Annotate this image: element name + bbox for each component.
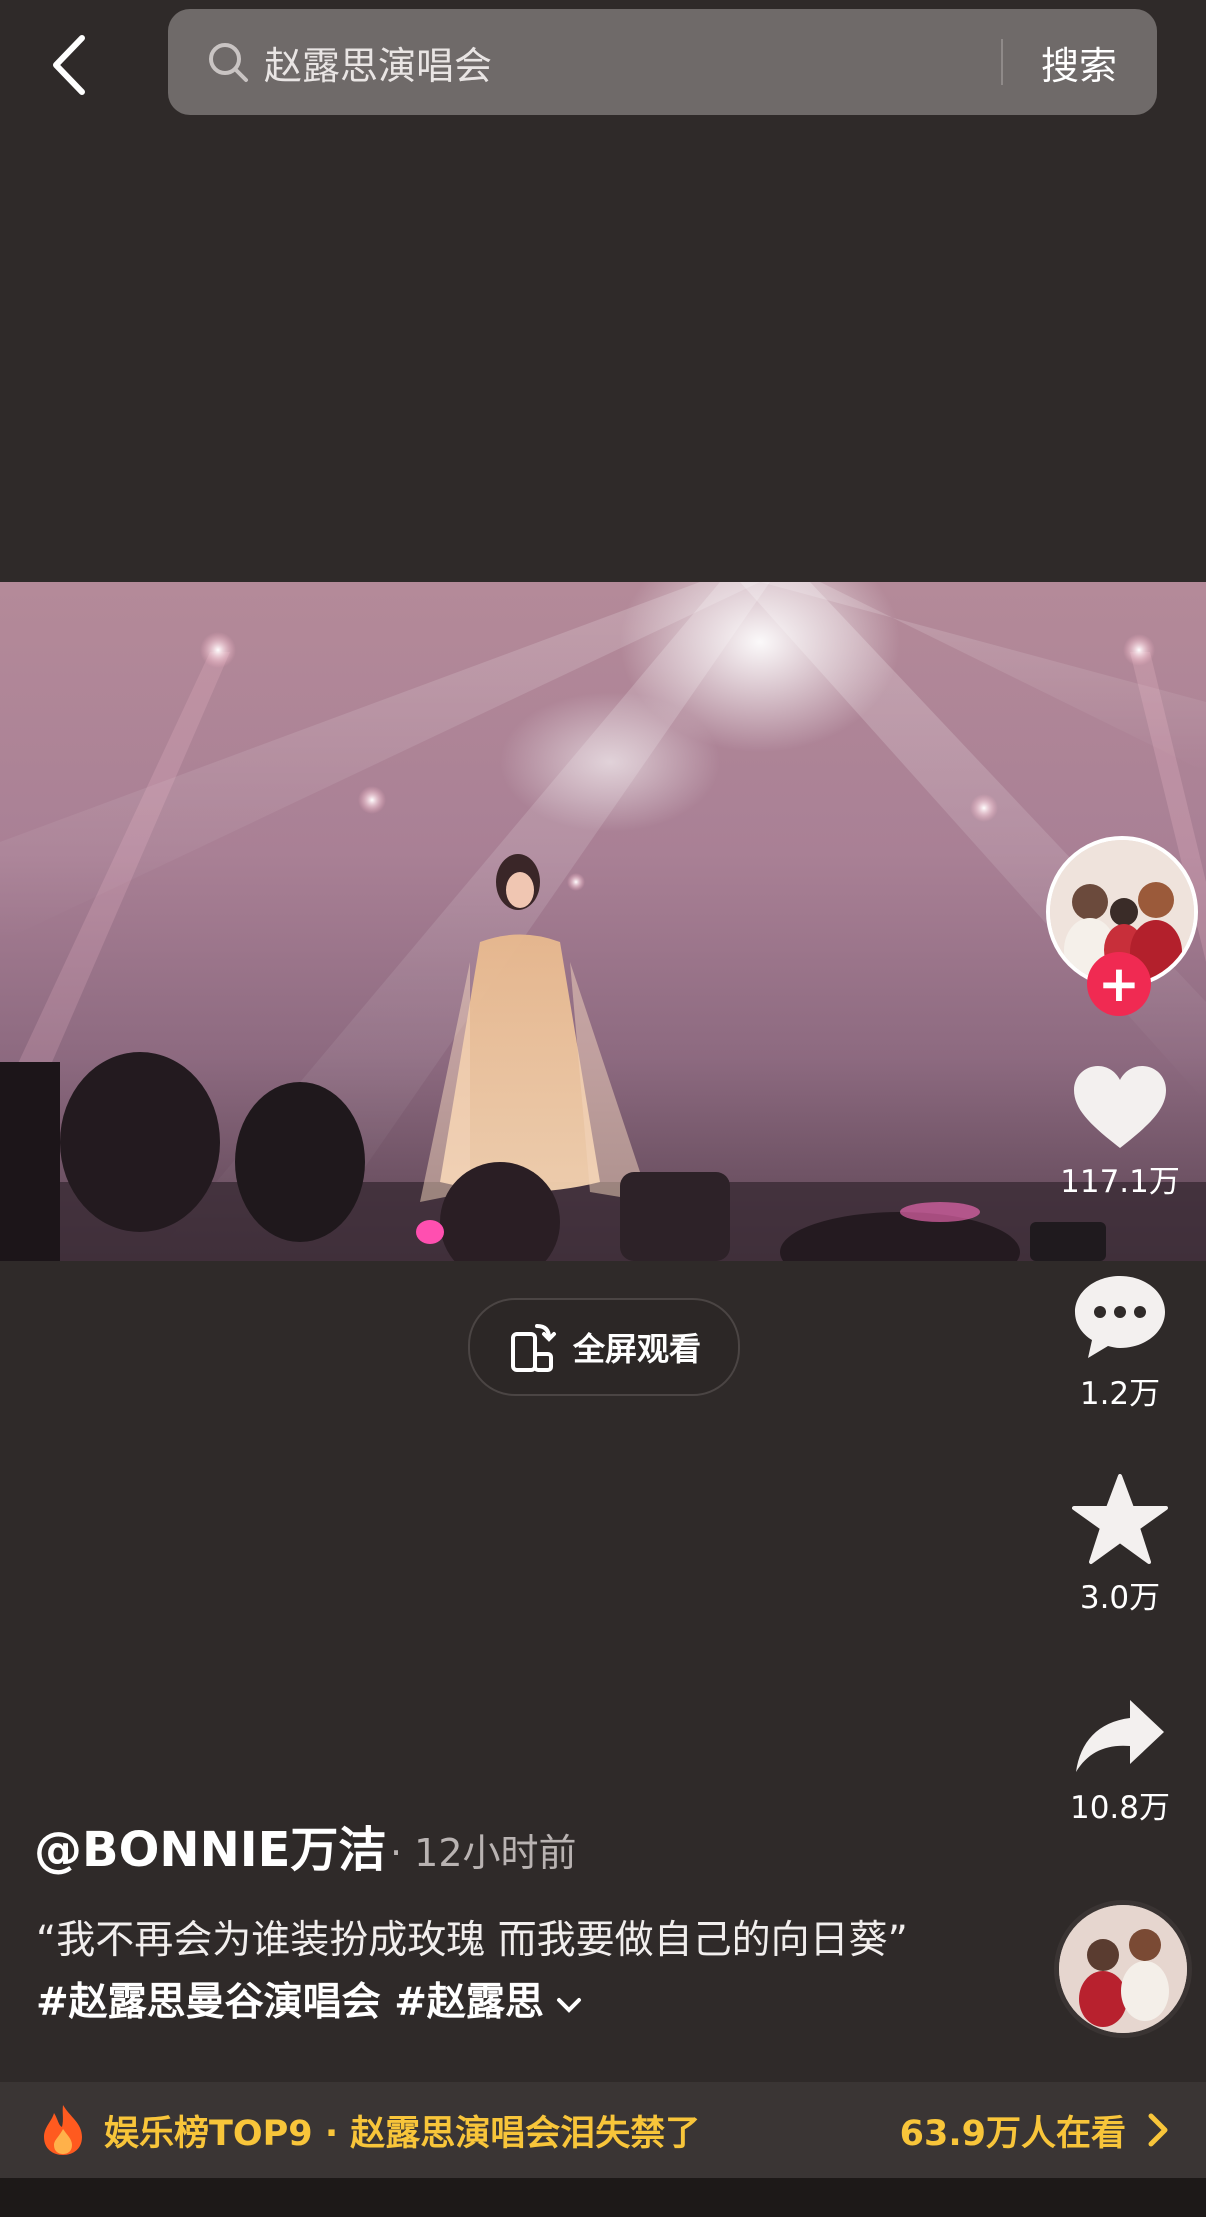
share-count: 10.8万 [1069,1790,1171,1826]
video-player[interactable] [0,582,1206,1261]
hot-viewer-count: 63.9万人在看 [899,2113,1126,2154]
chevron-right-icon [1148,2113,1168,2147]
bottom-strip [0,2178,1206,2217]
post-time: · 12小时前 [390,1831,577,1875]
comment-count: 1.2万 [1079,1376,1161,1412]
search-divider [1000,39,1003,85]
fullscreen-button[interactable]: 全屏观看 [468,1298,740,1396]
chevron-down-icon[interactable] [556,1995,582,2015]
follow-button[interactable]: + [1087,952,1151,1016]
like-button[interactable]: 117.1万 [1050,1064,1190,1201]
favorite-count: 3.0万 [1079,1580,1161,1616]
search-icon [209,43,248,82]
search-input[interactable]: 赵露思演唱会 [264,35,1001,90]
comment-icon [1075,1276,1165,1358]
comment-button[interactable]: 1.2万 [1050,1272,1190,1413]
star-icon [1072,1474,1168,1564]
music-disc-avatar[interactable] [1054,1900,1192,2038]
share-icon [1076,1700,1164,1772]
fire-icon [44,2105,82,2155]
caption-text: “我不再会为谁装扮成玫瑰 而我要做自己的向日葵” [36,1918,908,1963]
search-bar[interactable]: 赵露思演唱会 搜索 [168,9,1157,115]
rotate-screen-icon [510,1324,556,1372]
concert-video-frame [0,582,1206,1261]
caption-hashtags[interactable]: #赵露思曼谷演唱会 #赵露思 [36,1980,544,2025]
back-arrow-icon [53,35,85,95]
heart-icon [1074,1066,1166,1148]
back-button[interactable] [46,30,96,100]
favorite-button[interactable]: 3.0万 [1050,1474,1190,1617]
music-cover-image [1059,1905,1187,2033]
share-button[interactable]: 10.8万 [1050,1696,1190,1827]
post-caption[interactable]: “我不再会为谁装扮成玫瑰 而我要做自己的向日葵” #赵露思曼谷演唱会 #赵露思 [36,1910,936,2034]
plus-icon: + [1098,955,1140,1013]
fullscreen-label: 全屏观看 [572,1330,701,1368]
like-count: 117.1万 [1060,1164,1180,1200]
hot-ranking-title: 娱乐榜TOP9 · 赵露思演唱会泪失禁了 [104,2113,701,2154]
author-name[interactable]: @BONNIE万洁 [34,1810,386,1880]
search-button[interactable]: 搜索 [1041,35,1117,90]
hot-ranking-bar[interactable]: 娱乐榜TOP9 · 赵露思演唱会泪失禁了 63.9万人在看 [0,2082,1206,2178]
